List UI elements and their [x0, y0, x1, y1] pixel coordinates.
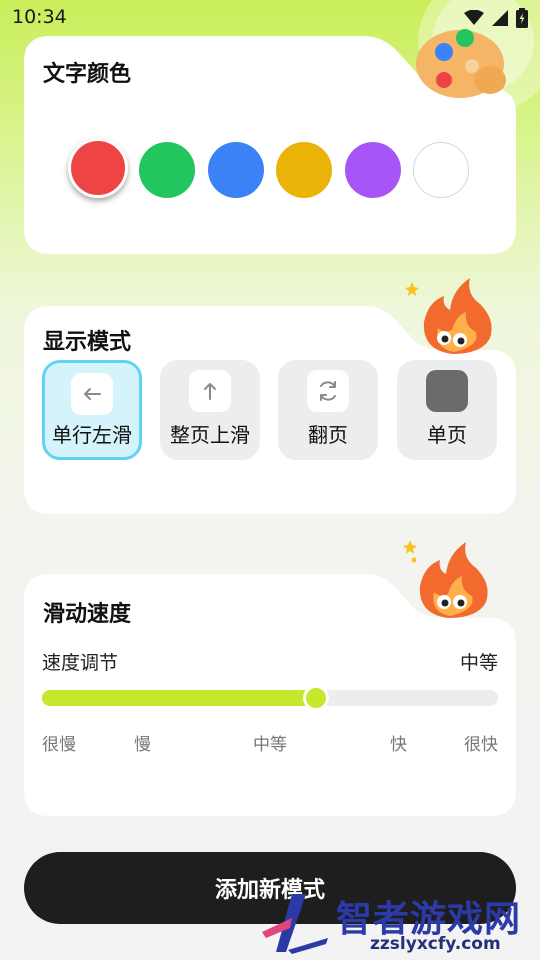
- mode-label: 整页上滑: [170, 423, 250, 447]
- flame-mascot-icon: [403, 540, 488, 618]
- color-swatch-purple[interactable]: [345, 142, 401, 198]
- speed-tick-very-fast: 很快: [464, 735, 498, 755]
- mode-label: 翻页: [308, 423, 348, 447]
- speed-tick-very-slow: 很慢: [42, 735, 76, 755]
- text-color-card: 文字颜色: [24, 29, 516, 254]
- speed-adjust-label: 速度调节: [42, 652, 119, 674]
- palette-icon: [416, 29, 506, 98]
- mode-label: 单行左滑: [52, 423, 132, 447]
- display-mode-title: 显示模式: [43, 330, 132, 355]
- speed-slider-track[interactable]: [42, 685, 498, 711]
- arrow-up-icon: [189, 370, 231, 412]
- arrow-left-icon: [71, 373, 113, 415]
- speed-current-value: 中等: [459, 652, 498, 674]
- color-swatch-white[interactable]: [413, 142, 469, 198]
- refresh-icon: [307, 370, 349, 412]
- square-icon: [426, 370, 468, 412]
- scroll-speed-title: 滑动速度: [43, 602, 132, 627]
- scroll-speed-card: 滑动速度 速度调节 中等 很慢 慢 中等 快 很快: [24, 540, 516, 816]
- color-swatch-yellow[interactable]: [276, 142, 332, 198]
- status-time: 10:34: [12, 6, 67, 28]
- mode-label: 单页: [427, 423, 467, 447]
- color-swatch-green[interactable]: [139, 142, 195, 198]
- color-swatch-red[interactable]: [68, 138, 128, 198]
- speed-tick-medium: 中等: [253, 735, 287, 755]
- flame-mascot-icon: [405, 278, 492, 354]
- mode-button-flip-page[interactable]: 翻页: [278, 360, 378, 460]
- watermark: 智者游戏网 zzslyxcfy.com: [262, 888, 540, 960]
- watermark-url: zzslyxcfy.com: [370, 934, 501, 954]
- color-swatch-blue[interactable]: [208, 142, 264, 198]
- mode-button-single-line-left[interactable]: 单行左滑: [42, 360, 142, 460]
- mode-button-page-up[interactable]: 整页上滑: [160, 360, 260, 460]
- battery-icon: [516, 8, 528, 28]
- display-mode-card: 显示模式 单行左滑 整页上滑 翻页 单页: [24, 278, 516, 514]
- speed-tick-slow: 慢: [134, 735, 151, 755]
- watermark-logo-icon: [262, 894, 328, 954]
- speed-slider-fill: [42, 690, 316, 706]
- speed-tick-fast: 快: [390, 735, 407, 755]
- text-color-title: 文字颜色: [43, 62, 132, 87]
- speed-slider-thumb[interactable]: [303, 685, 329, 711]
- mode-button-single-page[interactable]: 单页: [397, 360, 497, 460]
